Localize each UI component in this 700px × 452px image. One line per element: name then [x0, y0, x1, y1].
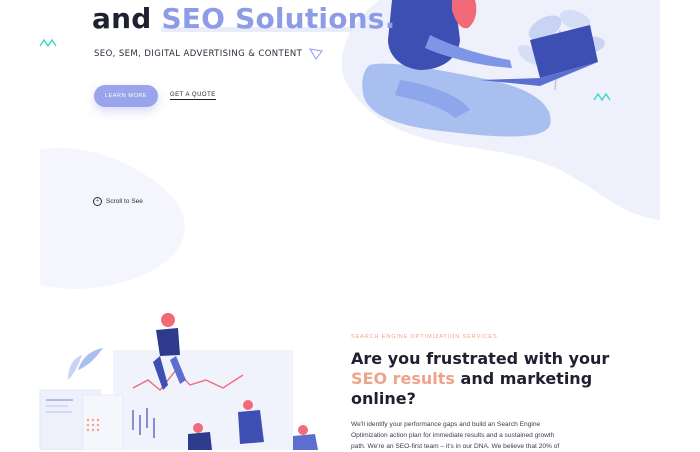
- seo-illustration: [39, 313, 318, 450]
- section-body-line3: path. We're an SEO-first team – it's in …: [351, 443, 560, 450]
- section-title-part2: and marketing online?: [351, 369, 593, 408]
- scroll-to-see-link[interactable]: + Scroll to See: [93, 197, 143, 206]
- section-title-accent2: results: [392, 369, 455, 388]
- section-body-line1: We'll identify your performance gaps and…: [351, 421, 541, 428]
- hero-title: and SEO Solutions.: [92, 2, 395, 35]
- hero-title-highlight: SEO Solutions.: [161, 2, 396, 35]
- section-title-part1: Are you frustrated with your: [351, 349, 610, 368]
- section-body-line2: Optimization action plan for immediate r…: [351, 432, 555, 439]
- circle-plus-icon: +: [93, 197, 102, 206]
- get-a-quote-link[interactable]: GET A QUOTE: [170, 92, 216, 100]
- section-body: We'll identify your performance gaps and…: [351, 419, 596, 452]
- learn-more-button[interactable]: LEARN MORE: [94, 85, 158, 107]
- section-title: Are you frustrated with your SEO results…: [351, 349, 611, 409]
- hero-subtitle: SEO, SEM, DIGITAL ADVERTISING & CONTENT: [94, 49, 303, 59]
- section-tag: SEARCH ENGINE OPTIMIZATION SERVICES: [351, 334, 498, 340]
- scroll-label: Scroll to See: [106, 198, 143, 205]
- hero-title-prefix: and: [92, 2, 152, 35]
- section-title-accent1: SEO: [351, 369, 388, 388]
